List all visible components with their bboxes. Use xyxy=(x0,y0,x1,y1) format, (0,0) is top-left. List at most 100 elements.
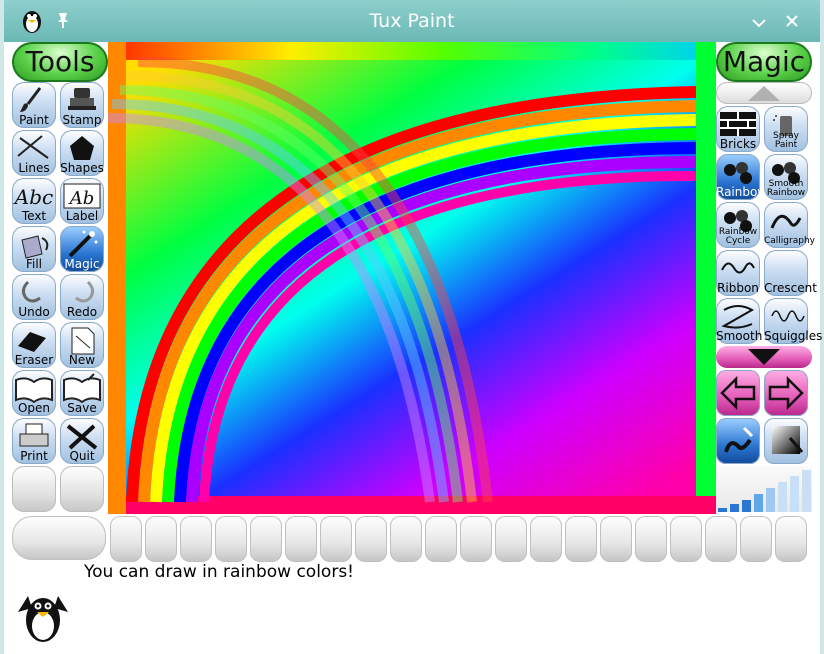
tools-label: Text xyxy=(21,209,47,223)
color-swatch[interactable] xyxy=(390,516,422,562)
color-swatch[interactable] xyxy=(530,516,562,562)
tools-header: Tools xyxy=(12,42,108,82)
magic-fullscreen-mode-button[interactable] xyxy=(764,418,808,464)
smooth-icon xyxy=(716,300,760,330)
squiggles-icon xyxy=(764,300,808,330)
tools-print-button[interactable]: Print xyxy=(12,418,56,464)
stamp-icon xyxy=(60,84,104,114)
magic-smooth-button[interactable]: Smooth xyxy=(716,298,763,344)
brush-size-slider[interactable] xyxy=(716,466,812,512)
titlebar: Tux Paint xyxy=(0,0,824,42)
magic-label: Smooth Rainbow xyxy=(766,179,806,198)
drawing-canvas[interactable] xyxy=(108,42,716,514)
tools-label: Fill xyxy=(25,257,43,271)
magic-label: Rainbow Cycle xyxy=(718,227,758,246)
arrow-left-icon xyxy=(720,375,756,411)
tools-redo-button[interactable]: Redo xyxy=(60,274,104,320)
magic-smooth-rainbow-button[interactable]: Smooth Rainbow xyxy=(764,154,808,200)
tools-shapes-button[interactable]: Shapes xyxy=(60,130,104,176)
calligraphy-icon xyxy=(764,204,808,234)
magic-spray-paint-button[interactable]: Spray Paint xyxy=(764,106,808,152)
tools-label: Shapes xyxy=(60,161,104,175)
magic-rainbow-button[interactable]: Rainbow xyxy=(716,154,767,200)
tools-label: Magic xyxy=(64,257,100,271)
tools-label-button[interactable]: Ab Label xyxy=(60,178,104,224)
crescent-icon xyxy=(764,252,808,282)
color-swatch[interactable] xyxy=(320,516,352,562)
tools-undo-button[interactable]: Undo xyxy=(12,274,56,320)
chevron-down-icon[interactable] xyxy=(752,14,766,32)
paint-bucket-icon xyxy=(12,228,56,259)
lines-icon xyxy=(12,132,56,162)
tools-magic-button[interactable]: Magic xyxy=(60,226,104,272)
tux-penguin-icon xyxy=(14,586,72,644)
color-swatch[interactable] xyxy=(110,516,142,562)
tools-text-button[interactable]: Abc Text xyxy=(12,178,56,224)
magic-label: Ribbon xyxy=(717,281,759,295)
tools-label: Quit xyxy=(69,449,95,463)
color-swatch[interactable] xyxy=(145,516,177,562)
tools-label: Stamp xyxy=(62,113,102,127)
tools-paint-button[interactable]: Paint xyxy=(12,82,56,128)
pentagon-icon xyxy=(60,132,104,162)
color-swatch[interactable] xyxy=(705,516,737,562)
color-swatch[interactable] xyxy=(215,516,247,562)
color-swatch[interactable] xyxy=(495,516,527,562)
color-swatch[interactable] xyxy=(180,516,212,562)
magic-label: Squiggles xyxy=(764,329,823,343)
window-frame-right xyxy=(820,0,824,654)
redo-icon xyxy=(60,276,104,306)
tools-save-button[interactable]: Save xyxy=(60,370,104,416)
magic-label: Smooth xyxy=(716,329,763,343)
next-page-button[interactable] xyxy=(764,370,808,416)
magic-scroll-up-button[interactable] xyxy=(716,82,812,104)
color-swatch[interactable] xyxy=(425,516,457,562)
tools-new-button[interactable]: New xyxy=(60,322,104,368)
size-bars-icon xyxy=(718,470,811,512)
window-title: Tux Paint xyxy=(369,10,455,32)
color-swatch[interactable] xyxy=(670,516,702,562)
eraser-icon xyxy=(12,324,56,354)
magic-rainbow-cycle-button[interactable]: Rainbow Cycle xyxy=(716,202,760,248)
quit-x-icon xyxy=(60,420,104,450)
text-icon: Abc xyxy=(12,180,56,210)
magic-label: Spray Paint xyxy=(773,131,799,150)
magic-scroll-down-button[interactable] xyxy=(716,346,812,368)
tools-stamp-button[interactable]: Stamp xyxy=(60,82,104,128)
tools-label: New xyxy=(68,353,96,367)
color-swatch[interactable] xyxy=(775,516,807,562)
magic-paint-icon xyxy=(724,426,754,453)
tools-empty-slot xyxy=(12,466,56,512)
tools-open-button[interactable]: Open xyxy=(12,370,56,416)
color-swatch[interactable] xyxy=(285,516,317,562)
color-swatch[interactable] xyxy=(565,516,597,562)
magic-paint-mode-button[interactable] xyxy=(716,418,760,464)
color-swatch[interactable] xyxy=(250,516,282,562)
magic-header: Magic xyxy=(716,42,812,82)
color-swatch[interactable] xyxy=(740,516,772,562)
magic-fullscreen-icon xyxy=(772,426,804,454)
magic-crescent-button[interactable]: Crescent xyxy=(764,250,817,296)
close-icon[interactable] xyxy=(786,13,798,31)
color-swatch[interactable] xyxy=(635,516,667,562)
tools-fill-button[interactable]: Fill xyxy=(12,226,56,272)
color-swatch[interactable] xyxy=(460,516,492,562)
magic-ribbon-button[interactable]: Ribbon xyxy=(716,250,760,296)
color-swatch[interactable] xyxy=(355,516,387,562)
tools-lines-button[interactable]: Lines xyxy=(12,130,56,176)
magic-calligraphy-button[interactable]: Calligraphy xyxy=(764,202,815,248)
tools-label: Lines xyxy=(18,161,50,175)
tools-empty-slot xyxy=(60,466,104,512)
magic-label: Crescent xyxy=(764,281,817,295)
prev-page-button[interactable] xyxy=(716,370,760,416)
svg-text:Abc: Abc xyxy=(13,185,53,209)
magic-squiggles-button[interactable]: Squiggles xyxy=(764,298,823,344)
tools-quit-button[interactable]: Quit xyxy=(60,418,104,464)
tools-label: Paint xyxy=(19,113,49,127)
color-swatch[interactable] xyxy=(600,516,632,562)
tools-label: Eraser xyxy=(14,353,54,367)
new-page-icon xyxy=(60,324,104,355)
tools-eraser-button[interactable]: Eraser xyxy=(12,322,56,368)
magic-bricks-button[interactable]: Bricks xyxy=(716,106,760,152)
tools-label: Print xyxy=(20,449,48,463)
